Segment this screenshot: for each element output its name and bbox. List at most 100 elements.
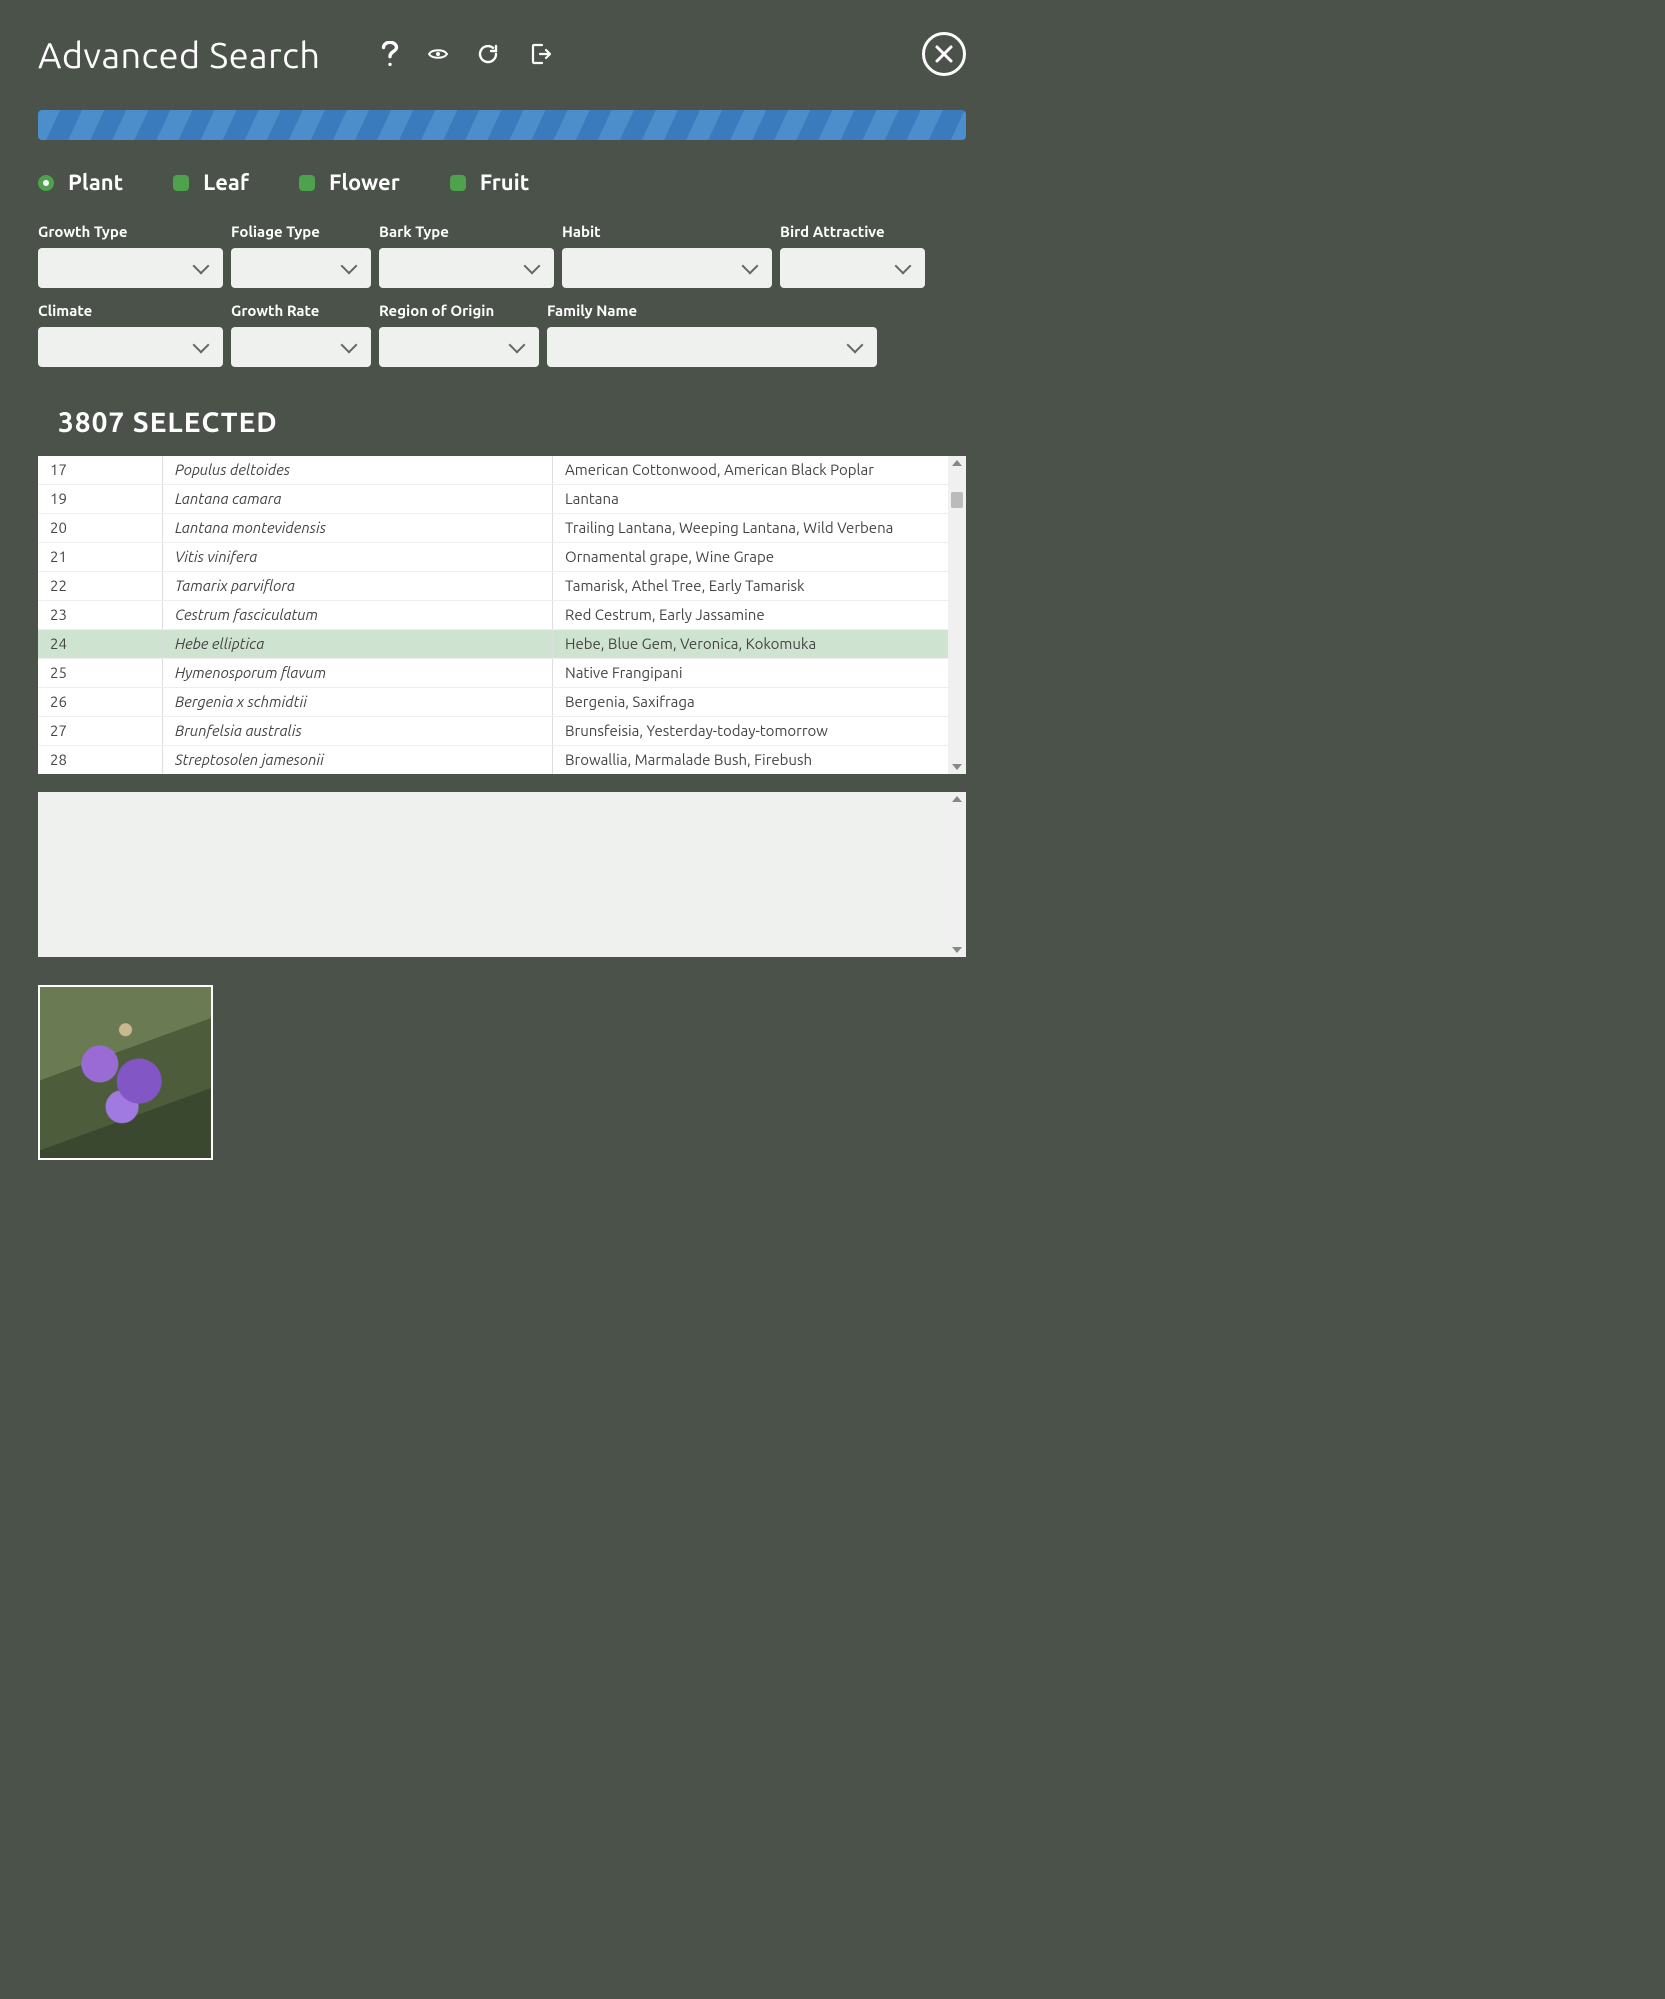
filter-group: Bird Attractive: [780, 223, 925, 288]
close-button[interactable]: [922, 32, 966, 76]
row-common-name: Hebe, Blue Gem, Veronica, Kokomuka: [553, 630, 948, 658]
results-table-body[interactable]: 17Populus deltoidesAmerican Cottonwood, …: [38, 456, 948, 774]
category-tab-leaf[interactable]: Leaf: [173, 170, 249, 195]
table-row[interactable]: 25Hymenosporum flavumNative Frangipani: [38, 659, 948, 688]
eye-icon[interactable]: [428, 48, 448, 60]
filter-select-climate[interactable]: [38, 327, 223, 367]
row-id: 19: [38, 485, 163, 513]
row-latin-name: Lantana camara: [163, 485, 553, 513]
filter-group: Habit: [562, 223, 772, 288]
filter-select-growth-rate[interactable]: [231, 327, 371, 367]
row-id: 20: [38, 514, 163, 542]
filter-group: Region of Origin: [379, 302, 539, 367]
row-latin-name: Lantana montevidensis: [163, 514, 553, 542]
row-id: 28: [38, 746, 163, 774]
row-common-name: Tamarisk, Athel Tree, Early Tamarisk: [553, 572, 948, 600]
filter-select-foliage-type[interactable]: [231, 248, 371, 288]
results-table: 17Populus deltoidesAmerican Cottonwood, …: [38, 456, 966, 774]
filter-group: Growth Rate: [231, 302, 371, 367]
filter-label: Bird Attractive: [780, 223, 925, 240]
row-id: 25: [38, 659, 163, 687]
filter-label: Growth Rate: [231, 302, 371, 319]
filter-select-family-name[interactable]: [547, 327, 877, 367]
table-row[interactable]: 17Populus deltoidesAmerican Cottonwood, …: [38, 456, 948, 485]
help-icon[interactable]: [380, 41, 400, 67]
table-row[interactable]: 21Vitis viniferaOrnamental grape, Wine G…: [38, 543, 948, 572]
results-scrollbar[interactable]: [948, 456, 966, 774]
filter-select-habit[interactable]: [562, 248, 772, 288]
detail-panel: [38, 792, 966, 957]
header-row: Advanced Search: [38, 32, 966, 76]
filter-select-bird-attractive[interactable]: [780, 248, 925, 288]
filter-label: Family Name: [547, 302, 877, 319]
filter-group: Growth Type: [38, 223, 223, 288]
category-indicator-icon: [38, 175, 54, 191]
row-common-name: Native Frangipani: [553, 659, 948, 687]
scroll-thumb[interactable]: [951, 492, 963, 508]
row-common-name: Brunsfeisia, Yesterday-today-tomorrow: [553, 717, 948, 745]
category-tab-fruit[interactable]: Fruit: [450, 170, 529, 195]
row-latin-name: Streptosolen jamesonii: [163, 746, 553, 774]
category-label: Flower: [329, 170, 400, 195]
row-id: 23: [38, 601, 163, 629]
category-tab-plant[interactable]: Plant: [38, 170, 123, 195]
table-row[interactable]: 24Hebe ellipticaHebe, Blue Gem, Veronica…: [38, 630, 948, 659]
filter-group: Climate: [38, 302, 223, 367]
refresh-icon[interactable]: [476, 42, 500, 66]
title-wrap: Advanced Search: [38, 34, 552, 75]
row-id: 26: [38, 688, 163, 716]
row-latin-name: Cestrum fasciculatum: [163, 601, 553, 629]
row-id: 22: [38, 572, 163, 600]
filters-row-2: Climate Growth Rate Region of Origin Family…: [38, 302, 966, 367]
page-title: Advanced Search: [38, 34, 320, 75]
row-common-name: Ornamental grape, Wine Grape: [553, 543, 948, 571]
table-row[interactable]: 22Tamarix parvifloraTamarisk, Athel Tree…: [38, 572, 948, 601]
row-latin-name: Hebe elliptica: [163, 630, 553, 658]
table-row[interactable]: 19Lantana camaraLantana: [38, 485, 948, 514]
row-latin-name: Bergenia x schmidtii: [163, 688, 553, 716]
toolbar: [380, 41, 552, 67]
filter-label: Foliage Type: [231, 223, 371, 240]
filter-select-growth-type[interactable]: [38, 248, 223, 288]
preview-thumbnail[interactable]: [38, 985, 213, 1160]
table-row[interactable]: 28Streptosolen jamesoniiBrowallia, Marma…: [38, 746, 948, 774]
row-latin-name: Vitis vinifera: [163, 543, 553, 571]
row-latin-name: Populus deltoides: [163, 456, 553, 484]
row-id: 21: [38, 543, 163, 571]
row-id: 27: [38, 717, 163, 745]
plant-photo: [40, 987, 211, 1158]
row-id: 17: [38, 456, 163, 484]
filter-group: Foliage Type: [231, 223, 371, 288]
filter-label: Growth Type: [38, 223, 223, 240]
table-row[interactable]: 20Lantana montevidensisTrailing Lantana,…: [38, 514, 948, 543]
category-label: Plant: [68, 170, 123, 195]
category-tab-flower[interactable]: Flower: [299, 170, 400, 195]
row-common-name: American Cottonwood, American Black Popl…: [553, 456, 948, 484]
row-latin-name: Brunfelsia australis: [163, 717, 553, 745]
table-row[interactable]: 27Brunfelsia australisBrunsfeisia, Yeste…: [38, 717, 948, 746]
detail-scrollbar[interactable]: [948, 792, 966, 957]
row-latin-name: Hymenosporum flavum: [163, 659, 553, 687]
export-icon[interactable]: [528, 42, 552, 66]
row-id: 24: [38, 630, 163, 658]
row-common-name: Red Cestrum, Early Jassamine: [553, 601, 948, 629]
row-common-name: Browallia, Marmalade Bush, Firebush: [553, 746, 948, 774]
scroll-up-icon[interactable]: [952, 460, 962, 466]
filter-label: Climate: [38, 302, 223, 319]
filter-group: Family Name: [547, 302, 877, 367]
table-row[interactable]: 26Bergenia x schmidtiiBergenia, Saxifrag…: [38, 688, 948, 717]
category-indicator-icon: [450, 175, 466, 191]
scroll-down-icon[interactable]: [952, 947, 962, 953]
filter-label: Bark Type: [379, 223, 554, 240]
table-row[interactable]: 23Cestrum fasciculatumRed Cestrum, Early…: [38, 601, 948, 630]
detail-body: [38, 792, 948, 957]
filter-label: Region of Origin: [379, 302, 539, 319]
filter-select-bark-type[interactable]: [379, 248, 554, 288]
category-indicator-icon: [299, 175, 315, 191]
filter-select-region-of-origin[interactable]: [379, 327, 539, 367]
scroll-up-icon[interactable]: [952, 796, 962, 802]
progress-bar: [38, 110, 966, 140]
scroll-down-icon[interactable]: [952, 764, 962, 770]
category-label: Fruit: [480, 170, 529, 195]
row-common-name: Bergenia, Saxifraga: [553, 688, 948, 716]
